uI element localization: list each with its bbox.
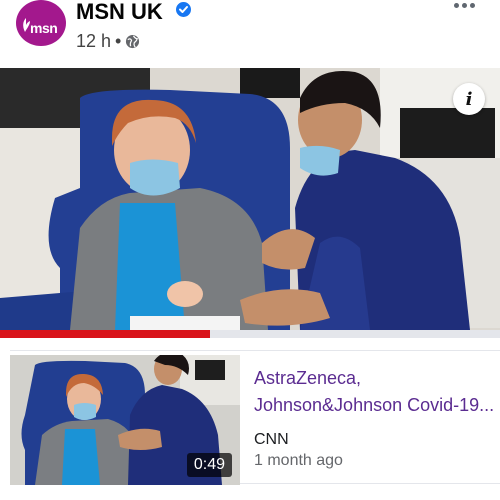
related-video-source: CNN [254,431,289,448]
more-dots-icon [454,2,459,8]
meta-separator: • [115,31,122,51]
verified-badge-icon [176,2,191,17]
related-video-thumbnail[interactable]: 0:49 [10,355,240,485]
post-meta: 12 h • [76,31,140,52]
related-video-card[interactable]: 0:49 AstraZeneca, Johnson&Johnson Covid-… [10,350,500,485]
more-options-button[interactable] [454,0,478,10]
globe-icon [126,34,140,49]
related-video-title[interactable]: AstraZeneca, Johnson&Johnson Covid-19... [254,365,498,419]
video-frame-image [0,68,500,330]
avatar-logo-text: msn [30,20,58,36]
page-name[interactable]: MSN UK [76,0,163,25]
related-title-line2: Johnson&Johnson Covid-19... [254,395,495,415]
bottom-spacer [0,488,500,500]
avatar[interactable]: msn [16,0,66,46]
duration-badge: 0:49 [186,453,232,477]
main-video[interactable]: i [0,68,500,330]
info-button[interactable]: i [453,83,485,115]
video-progress-bar[interactable] [0,330,500,338]
video-progress-fill [0,330,210,338]
related-title-line1: AstraZeneca, [254,368,362,388]
related-video-time: 1 month ago [254,452,343,469]
post-time[interactable]: 12 h [76,31,111,52]
post-header: msn MSN UK 12 h • [0,0,500,66]
